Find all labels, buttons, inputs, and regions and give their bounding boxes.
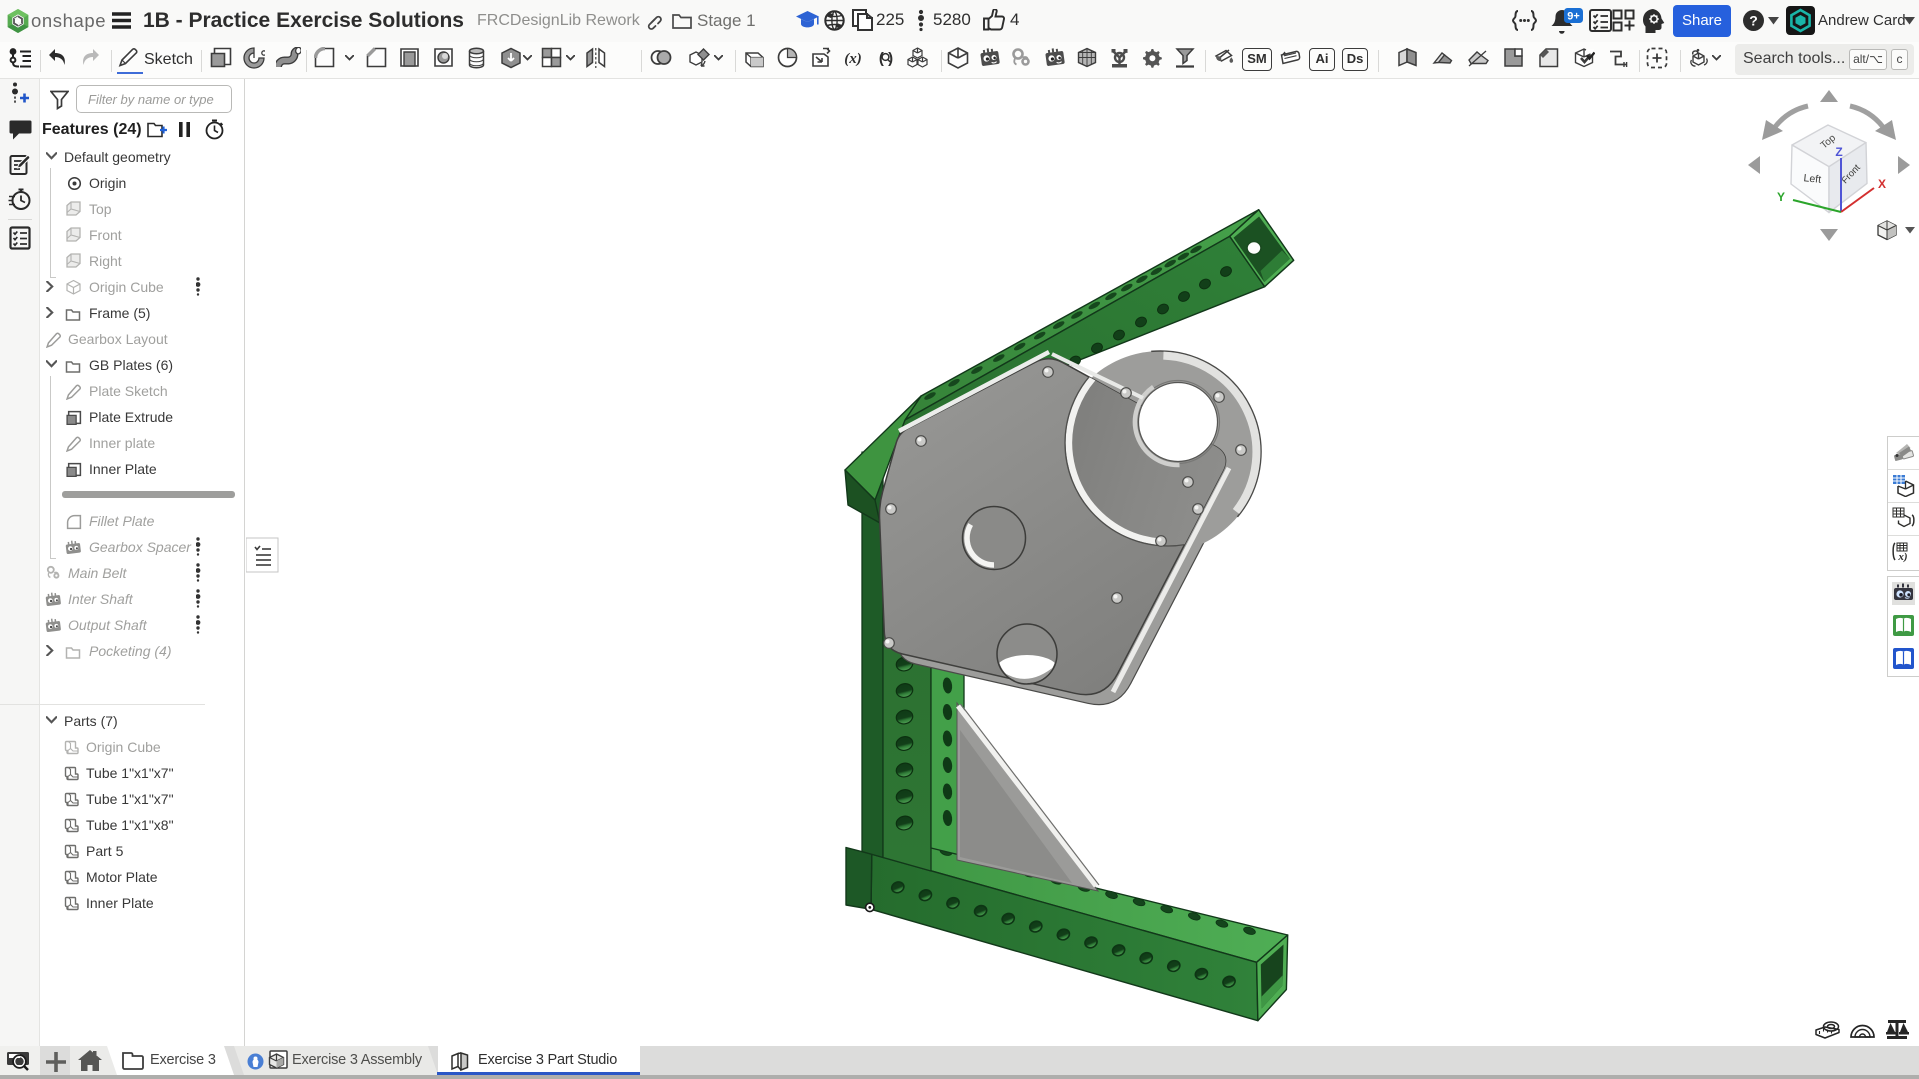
svg-text:Left: Left: [1803, 172, 1822, 186]
svg-text:9+: 9+: [1567, 11, 1580, 23]
svg-text:?: ?: [1749, 13, 1758, 29]
svg-text:X: X: [1878, 177, 1886, 191]
svg-text:Z: Z: [1835, 145, 1842, 159]
svg-text:Y: Y: [1777, 190, 1785, 204]
svg-text:x): x): [1897, 551, 1907, 563]
